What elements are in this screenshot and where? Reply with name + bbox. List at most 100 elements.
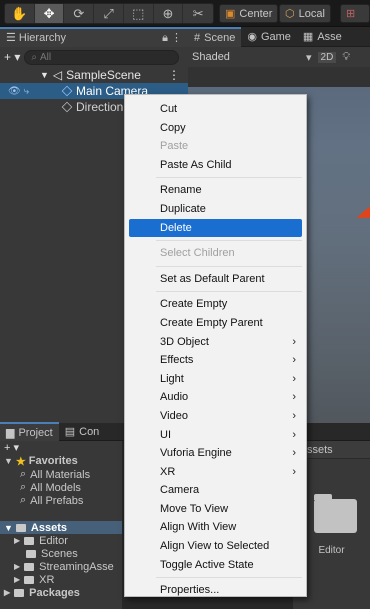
search-icon: ⌕: [20, 494, 27, 506]
tab-asset-store[interactable]: ▦ Asse: [297, 27, 348, 47]
scene-tabbar: # Scene ◉ Game ▦ Asse: [188, 27, 370, 47]
asset-folder[interactable]: ▶ Editor: [0, 534, 122, 547]
menu-item-video[interactable]: Video ›: [129, 407, 302, 426]
search-placeholder: All: [39, 51, 52, 63]
transform-tool-button[interactable]: ⊕: [154, 4, 184, 23]
menu-separator: [156, 177, 302, 179]
menu-item-label: Effects: [160, 354, 194, 367]
tab-game[interactable]: ◉ Game: [241, 27, 297, 47]
menu-item-label: Toggle Active State: [160, 558, 254, 571]
add-dropdown-button[interactable]: + ▾: [4, 50, 20, 64]
menu-item-light[interactable]: Light ›: [129, 370, 302, 389]
chevron-right-icon: ›: [292, 335, 296, 348]
asset-folder-label: Scenes: [41, 547, 78, 560]
menu-item-ui[interactable]: UI ›: [129, 426, 302, 445]
menu-item-properties[interactable]: Properties...: [129, 581, 302, 600]
pivot-label: Center: [239, 7, 273, 20]
star-icon: ★: [15, 455, 26, 468]
menu-item-duplicate[interactable]: Duplicate: [129, 200, 302, 219]
menu-item-effects[interactable]: Effects ›: [129, 351, 302, 370]
menu-item-label: Duplicate: [160, 202, 206, 215]
folder-open-icon: [15, 523, 26, 532]
scene-row[interactable]: ▼ ◁ SampleScene ⋮: [0, 67, 188, 83]
project-add-button[interactable]: + ▾: [0, 441, 122, 454]
menu-item-align-view-to-selected[interactable]: Align View to Selected: [129, 537, 302, 556]
asset-folder[interactable]: Scenes: [0, 547, 122, 560]
menu-item-3d-object[interactable]: 3D Object ›: [129, 333, 302, 352]
menu-item-label: Vuforia Engine: [160, 447, 232, 460]
menu-item-camera[interactable]: Camera: [129, 481, 302, 500]
menu-item-xr[interactable]: XR ›: [129, 463, 302, 482]
favorites-row[interactable]: ▼ ★ Favorites: [0, 454, 122, 468]
menu-item-paste-as-child[interactable]: Paste As Child: [129, 156, 302, 175]
search-icon: ⌕: [20, 481, 27, 493]
menu-item-audio[interactable]: Audio ›: [129, 388, 302, 407]
space-toggle[interactable]: ⬡ Local: [279, 4, 331, 23]
menu-item-move-to-view[interactable]: Move To View: [129, 500, 302, 519]
asset-folder[interactable]: ▶ StreamingAsse: [0, 560, 122, 573]
menu-item-create-empty-parent[interactable]: Create Empty Parent: [129, 314, 302, 333]
menu-separator: [156, 240, 302, 242]
menu-item-label: Move To View: [160, 502, 229, 515]
context-menu: Cut Copy Paste Paste As Child Rename Duplicat…: [124, 94, 307, 597]
project-tree: + ▾ ▼ ★ Favorites ⌕ All Materials ⌕ All Mo…: [0, 441, 122, 609]
asset-folder-label: StreamingAsse: [39, 560, 114, 573]
tab-scene[interactable]: # Scene: [188, 27, 242, 47]
rect-tool-button[interactable]: ⬚: [124, 4, 154, 23]
menu-item-copy[interactable]: Copy: [129, 119, 302, 138]
hand-tool-button[interactable]: ✋: [5, 4, 35, 23]
rotate-tool-button[interactable]: ⟳: [64, 4, 95, 23]
rect-icon: ⬚: [132, 5, 145, 21]
folder-tab-shape: [314, 494, 332, 500]
visibility-icon[interactable]: 👁︎ ⤷: [0, 86, 62, 97]
chevron-right-icon: ▶: [4, 588, 11, 597]
menu-item-rename[interactable]: Rename: [129, 181, 302, 200]
menu-item-cut[interactable]: Cut: [129, 100, 302, 119]
tab-project[interactable]: ▆ Project: [0, 421, 59, 442]
custom-tool-button[interactable]: ✂: [183, 4, 213, 23]
snap-toggle[interactable]: ⊞: [340, 4, 370, 23]
light-toggle-icon[interactable]: 💡︎: [342, 51, 350, 64]
tab-console[interactable]: ▤ Con: [59, 422, 106, 442]
assets-row[interactable]: ▼ Assets: [0, 521, 122, 534]
menu-item-align-with-view[interactable]: Align With View: [129, 518, 302, 537]
menu-item-label: Paste: [160, 140, 189, 153]
chevron-down-icon: ▼: [4, 522, 13, 533]
favorite-item[interactable]: ⌕ All Prefabs: [0, 494, 122, 507]
gameobject-icon: [61, 101, 73, 113]
console-icon: ▤: [64, 426, 76, 438]
2d-toggle[interactable]: 2D: [317, 51, 337, 63]
menu-separator: [156, 265, 302, 267]
tab-hierarchy[interactable]: ☰ Hierarchy 🔒︎ ⋮: [0, 26, 188, 47]
pivot-toggle[interactable]: ▣ Center: [219, 4, 279, 23]
hierarchy-item-label: Direction: [76, 100, 124, 114]
tool-group: ✋ ✥ ⟳ ⤢ ⬚ ⊕ ✂: [4, 3, 214, 24]
chevron-right-icon: ›: [292, 447, 296, 460]
unity-scene-icon: ◁: [52, 68, 63, 82]
favorite-label: All Models: [30, 481, 81, 494]
favorite-item[interactable]: ⌕ All Models: [0, 481, 122, 494]
asset-folder[interactable]: ▶ XR: [0, 573, 122, 586]
hierarchy-search-input[interactable]: ⌕ All: [24, 49, 180, 65]
scene-menu-icon[interactable]: ⋮: [168, 68, 180, 82]
scale-tool-button[interactable]: ⤢: [94, 4, 124, 23]
move-tool-button[interactable]: ✥: [34, 4, 65, 23]
store-icon: ▦: [302, 31, 314, 43]
packages-label: Packages: [29, 586, 80, 599]
favorite-item[interactable]: ⌕ All Materials: [0, 468, 122, 481]
shading-dropdown[interactable]: Shaded: [192, 51, 300, 63]
menu-item-set-as-default-parent[interactable]: Set as Default Parent: [129, 270, 302, 289]
chevron-right-icon: ›: [292, 354, 296, 367]
menu-item-toggle-active-state[interactable]: Toggle Active State: [129, 556, 302, 575]
packages-row[interactable]: ▶ Packages: [0, 586, 122, 599]
hierarchy-tab-label: Hierarchy: [18, 32, 66, 44]
lock-icon[interactable]: 🔒︎ ⋮: [162, 31, 182, 45]
favorite-label: All Prefabs: [30, 494, 84, 507]
menu-item-vuforia-engine[interactable]: Vuforia Engine ›: [129, 444, 302, 463]
asset-tab-label: Asse: [317, 30, 342, 43]
menu-item-create-empty[interactable]: Create Empty: [129, 295, 302, 314]
menu-item-delete[interactable]: Delete: [129, 218, 302, 238]
menu-item-label: Delete: [160, 221, 192, 234]
folder-thumbnail-icon[interactable]: [314, 494, 357, 533]
